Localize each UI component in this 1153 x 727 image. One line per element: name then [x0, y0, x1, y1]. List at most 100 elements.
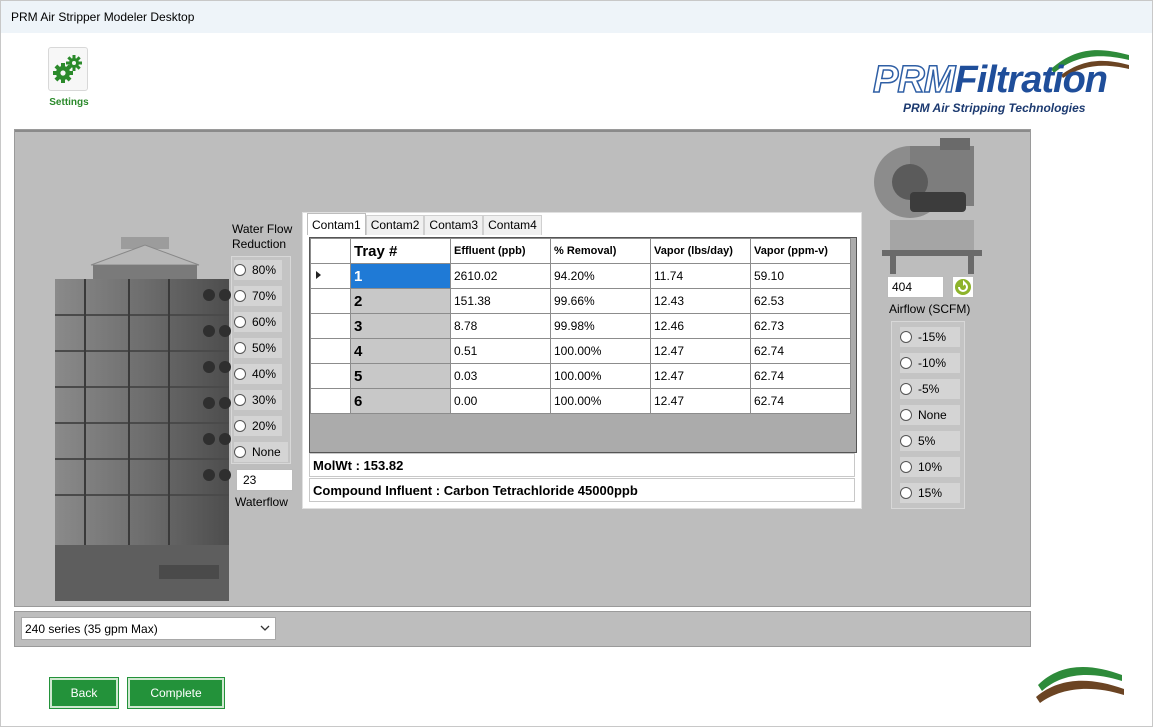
- tab-contam3[interactable]: Contam3: [424, 215, 484, 235]
- row-pointer-cell[interactable]: [310, 263, 351, 289]
- series-select[interactable]: 240 series (35 gpm Max): [21, 617, 276, 640]
- radio-icon: [900, 357, 912, 369]
- row-header-cell[interactable]: [310, 388, 351, 414]
- vapor-ppm-cell[interactable]: 62.53: [750, 288, 851, 314]
- wf-option-20[interactable]: 20%: [234, 416, 282, 436]
- logo-wordmark: PRMFiltration: [872, 58, 1108, 102]
- table-row[interactable]: 5 0.03 100.00% 12.47 62.74: [310, 363, 851, 389]
- wf-option-none[interactable]: None: [234, 442, 288, 462]
- table-row[interactable]: 2 151.38 99.66% 12.43 62.53: [310, 288, 851, 314]
- vapor-ppm-cell[interactable]: 62.74: [750, 363, 851, 389]
- radio-icon: [900, 383, 912, 395]
- table-row[interactable]: 1 2610.02 94.20% 11.74 59.10: [310, 263, 851, 289]
- row-header-cell[interactable]: [310, 363, 351, 389]
- waterflow-input[interactable]: 23: [236, 469, 293, 491]
- settings-button[interactable]: [48, 47, 88, 91]
- vapor-lbs-cell[interactable]: 11.74: [650, 263, 751, 289]
- vapor-lbs-cell[interactable]: 12.47: [650, 388, 751, 414]
- tray-cell[interactable]: 4: [350, 338, 451, 364]
- complete-button[interactable]: Complete: [127, 677, 225, 709]
- water-flow-reduction-title: Water Flow Reduction: [232, 222, 293, 251]
- wf-option-30[interactable]: 30%: [234, 390, 282, 410]
- column-header-removal[interactable]: % Removal): [550, 238, 651, 264]
- af-option-plus10[interactable]: 10%: [900, 457, 960, 477]
- removal-cell[interactable]: 94.20%: [550, 263, 651, 289]
- wf-option-50[interactable]: 50%: [234, 338, 282, 358]
- row-header-cell[interactable]: [310, 313, 351, 339]
- series-bar: 240 series (35 gpm Max): [14, 611, 1031, 647]
- removal-cell[interactable]: 100.00%: [550, 338, 651, 364]
- tray-cell[interactable]: 6: [350, 388, 451, 414]
- prm-wave-logo-icon: [1036, 666, 1124, 703]
- vapor-lbs-cell[interactable]: 12.47: [650, 363, 751, 389]
- wf-option-40[interactable]: 40%: [234, 364, 282, 384]
- vapor-ppm-cell[interactable]: 62.73: [750, 313, 851, 339]
- row-header-cell[interactable]: [310, 288, 351, 314]
- table-row[interactable]: 3 8.78 99.98% 12.46 62.73: [310, 313, 851, 339]
- radio-icon: [234, 368, 246, 380]
- vapor-lbs-cell[interactable]: 12.46: [650, 313, 751, 339]
- removal-cell[interactable]: 100.00%: [550, 363, 651, 389]
- logo-brand-prm: PRM: [872, 58, 956, 102]
- airflow-adjust-group: -15% -10% -5% None 5% 10% 15%: [891, 321, 965, 509]
- column-header-vapor-ppm[interactable]: Vapor (ppm-v): [750, 238, 851, 264]
- tab-contam1[interactable]: Contam1: [307, 213, 366, 235]
- tab-contam2[interactable]: Contam2: [365, 215, 425, 235]
- radio-icon: [900, 435, 912, 447]
- vapor-lbs-cell[interactable]: 12.47: [650, 338, 751, 364]
- settings-label: Settings: [49, 97, 89, 108]
- effluent-cell[interactable]: 0.51: [450, 338, 551, 364]
- tray-cell[interactable]: 1: [350, 263, 451, 289]
- effluent-cell[interactable]: 151.38: [450, 288, 551, 314]
- effluent-cell[interactable]: 0.00: [450, 388, 551, 414]
- wf-option-60[interactable]: 60%: [234, 312, 282, 332]
- removal-cell[interactable]: 99.66%: [550, 288, 651, 314]
- vapor-ppm-cell[interactable]: 62.74: [750, 388, 851, 414]
- column-header-effluent[interactable]: Effluent (ppb): [450, 238, 551, 264]
- af-option-label: 5%: [918, 434, 936, 448]
- removal-cell[interactable]: 99.98%: [550, 313, 651, 339]
- tray-cell[interactable]: 2: [350, 288, 451, 314]
- radio-icon: [900, 487, 912, 499]
- table-row[interactable]: 4 0.51 100.00% 12.47 62.74: [310, 338, 851, 364]
- row-header-cell[interactable]: [310, 338, 351, 364]
- refresh-airflow-button[interactable]: [952, 276, 974, 298]
- effluent-cell[interactable]: 8.78: [450, 313, 551, 339]
- radio-icon: [900, 409, 912, 421]
- blower-image: [874, 138, 982, 274]
- wf-option-label: 30%: [252, 393, 277, 407]
- af-option-label: -15%: [918, 330, 947, 344]
- column-header-vapor-lbs[interactable]: Vapor (lbs/day): [650, 238, 751, 264]
- table-row[interactable]: 6 0.00 100.00% 12.47 62.74: [310, 388, 851, 414]
- effluent-cell[interactable]: 0.03: [450, 363, 551, 389]
- af-option-minus5[interactable]: -5%: [900, 379, 960, 399]
- panel-divider: [15, 130, 1030, 132]
- tray-results-table: Tray # Effluent (ppb) % Removal) Vapor (…: [310, 238, 851, 414]
- af-option-plus5[interactable]: 5%: [900, 431, 960, 451]
- af-option-plus15[interactable]: 15%: [900, 483, 960, 503]
- wf-option-label: 60%: [252, 315, 277, 329]
- airflow-input[interactable]: 404: [887, 276, 944, 298]
- removal-cell[interactable]: 100.00%: [550, 388, 651, 414]
- wf-option-80[interactable]: 80%: [234, 260, 282, 280]
- tab-contam4[interactable]: Contam4: [483, 215, 542, 235]
- tray-cell[interactable]: 5: [350, 363, 451, 389]
- water-flow-reduction-group: 80% 70% 60% 50% 40% 30% 20% None: [231, 256, 291, 464]
- af-option-label: None: [918, 408, 947, 422]
- effluent-cell[interactable]: 2610.02: [450, 263, 551, 289]
- af-option-minus15[interactable]: -15%: [900, 327, 960, 347]
- column-header-tray[interactable]: Tray #: [350, 238, 451, 264]
- refresh-icon: [955, 279, 971, 295]
- model-panel: Water Flow Reduction 80% 70% 60% 50% 40%…: [14, 129, 1031, 607]
- af-option-minus10[interactable]: -10%: [900, 353, 960, 373]
- back-button[interactable]: Back: [49, 677, 119, 709]
- wf-option-70[interactable]: 70%: [234, 286, 282, 306]
- af-option-none[interactable]: None: [900, 405, 960, 425]
- contaminant-results-panel: Contam1 Contam2 Contam3 Contam4 Tray # E…: [302, 212, 862, 509]
- vapor-ppm-cell[interactable]: 59.10: [750, 263, 851, 289]
- vapor-lbs-cell[interactable]: 12.43: [650, 288, 751, 314]
- tray-cell[interactable]: 3: [350, 313, 451, 339]
- radio-icon: [234, 420, 246, 432]
- vapor-ppm-cell[interactable]: 62.74: [750, 338, 851, 364]
- row-header-corner: [310, 238, 351, 264]
